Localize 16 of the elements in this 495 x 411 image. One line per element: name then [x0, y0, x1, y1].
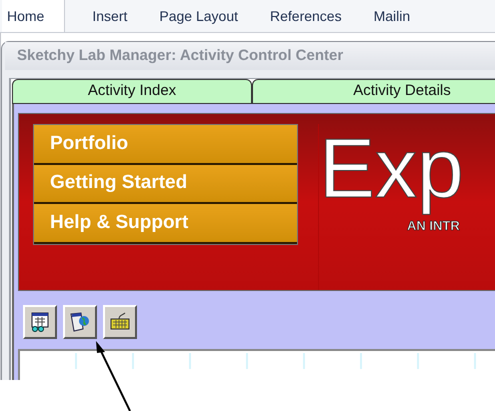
ribbon-tab[interactable]: Insert [87, 0, 132, 32]
tab[interactable]: Activity Details [252, 79, 495, 104]
ribbon-tab[interactable]: References [265, 0, 347, 32]
window-title: Sketchy Lab Manager: Activity Control Center [5, 42, 495, 70]
ribbon-tab[interactable]: Mailin [368, 0, 416, 32]
pointer-arrow [93, 340, 133, 411]
tab[interactable]: Activity Index [12, 79, 252, 104]
toolbar-button[interactable] [23, 305, 57, 339]
banner-headline: Exp [319, 120, 464, 217]
calendar-icon [29, 311, 51, 333]
banner-subtitle: AN INTR [407, 217, 461, 235]
toolbar-button[interactable] [63, 305, 97, 339]
ribbon-tab[interactable]: Home [2, 0, 66, 32]
globe-document-icon [69, 311, 91, 333]
toolbar-button[interactable] [103, 305, 137, 339]
ribbon-tab[interactable]: Page Layout [154, 0, 243, 32]
